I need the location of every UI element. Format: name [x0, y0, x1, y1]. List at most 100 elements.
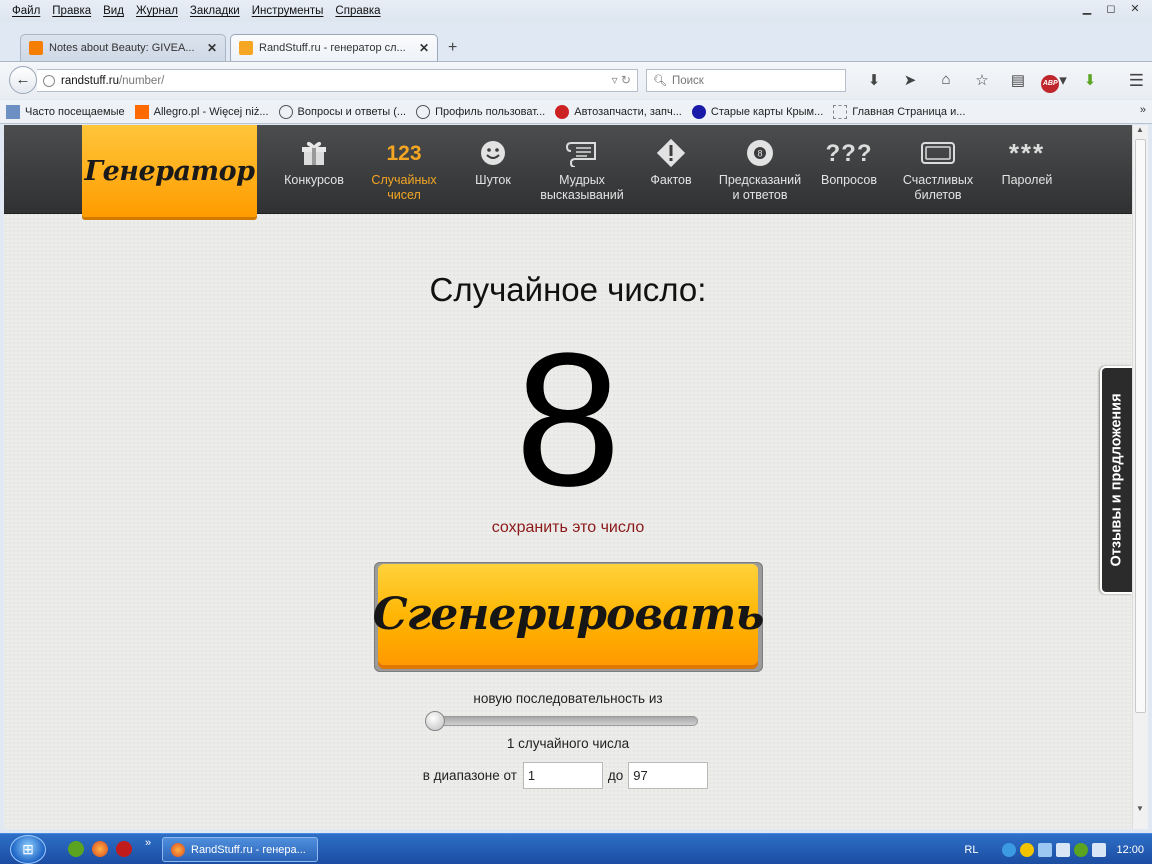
svg-text:8: 8	[757, 149, 762, 159]
nav-lucky-tickets[interactable]: Счастливых билетов	[893, 133, 983, 203]
language-indicator[interactable]: RL	[964, 844, 978, 856]
feedback-tab[interactable]: Отзывы и предложения	[1100, 366, 1132, 594]
bookmark-most-visited[interactable]: Часто посещаемые	[6, 104, 125, 119]
home-icon[interactable]: ⌂	[928, 71, 964, 93]
nav-toolbar: ← randstuff.ru/number/ ▿ ↻ 🔍︎ Поиск ⬇ ➤ …	[0, 61, 1152, 99]
minimize-icon[interactable]: ▁	[1076, 2, 1098, 18]
tray-speaker-icon[interactable]	[1092, 842, 1107, 857]
quick-launch-more-icon[interactable]: »	[145, 837, 151, 849]
site-icon	[416, 104, 431, 119]
count-label: 1 случайного числа	[506, 736, 630, 751]
close-window-icon[interactable]: ✕	[1124, 2, 1146, 18]
slider-handle[interactable]	[425, 711, 445, 731]
randstuff-favicon-icon	[239, 41, 253, 55]
blogger-icon	[29, 41, 43, 55]
reload-icon[interactable]: ▿ ↻	[612, 73, 631, 87]
range-from-input[interactable]	[522, 762, 603, 789]
page-icon	[833, 104, 848, 119]
generate-button[interactable]: Сгенерировать	[373, 562, 764, 672]
nav-passwords[interactable]: *** Паролей	[982, 133, 1072, 188]
download-icon[interactable]: ⬇	[856, 71, 892, 93]
tray-notification-icon[interactable]	[1020, 842, 1035, 857]
maximize-icon[interactable]: ◻	[1100, 2, 1122, 18]
url-bar[interactable]: randstuff.ru/number/ ▿ ↻	[37, 69, 638, 92]
count-slider[interactable]	[425, 711, 698, 731]
ticket-icon	[893, 133, 983, 173]
bookmark-profile[interactable]: Профиль пользоват...	[416, 104, 545, 119]
opera-icon[interactable]	[116, 841, 132, 857]
range-to-label: до	[607, 768, 624, 783]
page-scrollbar[interactable]: ▲ ▼	[1132, 125, 1148, 829]
taskbar: ⊞ » RandStuff.ru - генера... RL 12:00	[0, 833, 1152, 864]
menu-tools[interactable]: Инструменты	[246, 5, 330, 17]
bookmark-allegro[interactable]: Allegro.pl - Więcej niż...	[134, 104, 269, 119]
adblock-icon[interactable]: ABP ▾	[1036, 71, 1072, 93]
save-number-link[interactable]: сохранить это число	[4, 519, 1132, 537]
most-visited-icon	[6, 104, 20, 119]
site-logo[interactable]: Генератор	[82, 125, 257, 217]
search-input[interactable]: 🔍︎ Поиск	[646, 69, 846, 92]
reading-list-icon[interactable]: ▤	[1000, 71, 1036, 93]
quick-launch: »	[68, 837, 151, 857]
clock[interactable]: 12:00	[1116, 844, 1144, 856]
window-controls: ▁ ◻ ✕	[1076, 2, 1146, 18]
close-tab-icon[interactable]: ✕	[419, 41, 429, 55]
scroll-icon	[537, 133, 627, 173]
start-button[interactable]: ⊞	[10, 835, 46, 864]
tab-randstuff[interactable]: RandStuff.ru - генератор сл... ✕	[230, 34, 438, 61]
range-to-input[interactable]	[628, 762, 709, 789]
scrollbar-thumb[interactable]	[1135, 139, 1146, 713]
menu-view[interactable]: Вид	[97, 5, 130, 17]
menu-file[interactable]: Файл	[6, 5, 46, 17]
site-icon	[278, 104, 293, 119]
question-marks-icon: ???	[825, 139, 873, 167]
nav-predictions[interactable]: 8 Предсказаний и ответов	[715, 133, 805, 203]
nav-questions[interactable]: ??? Вопросов	[804, 133, 894, 188]
download-manager-icon[interactable]: ⬇	[1072, 71, 1108, 93]
menu-bookmarks[interactable]: Закладки	[184, 5, 246, 17]
eight-ball-icon: 8	[715, 133, 805, 173]
gift-icon	[269, 133, 359, 173]
menu-help[interactable]: Справка	[329, 5, 386, 17]
maps-icon	[691, 104, 706, 119]
random-number-result: 8	[515, 314, 621, 526]
warning-icon	[626, 133, 716, 173]
sequence-label: новую последовательность из	[473, 691, 663, 706]
firefox-icon[interactable]	[92, 841, 108, 857]
globe-icon	[43, 74, 55, 87]
utorrent-icon[interactable]	[68, 841, 84, 857]
tray-volume-icon[interactable]	[1056, 842, 1071, 857]
tab-title: Notes about Beauty: GIVEA...	[49, 42, 195, 54]
bookmark-star-icon[interactable]: ☆	[964, 71, 1000, 93]
nav-jokes[interactable]: Шуток	[448, 133, 538, 188]
nav-wise-quotes[interactable]: Мудрых высказываний	[537, 133, 627, 203]
nav-random-numbers[interactable]: 123 Случайных чисел	[359, 133, 449, 203]
autoparts-icon	[555, 104, 570, 119]
toolbar-icons: ⬇ ➤ ⌂ ☆ ▤ ABP ▾ ⬇	[856, 71, 1108, 93]
taskbar-firefox-window[interactable]: RandStuff.ru - генера...	[162, 837, 318, 862]
close-tab-icon[interactable]: ✕	[207, 41, 217, 55]
hamburger-menu-icon[interactable]: ☰	[1129, 71, 1144, 91]
search-placeholder: Поиск	[671, 74, 704, 87]
menu-edit[interactable]: Правка	[46, 5, 97, 17]
bookmarks-bar: Часто посещаемые Allegro.pl - Więcej niż…	[0, 100, 1152, 124]
nav-contests[interactable]: Конкурсов	[269, 133, 359, 188]
tray-utorrent-icon[interactable]	[1074, 842, 1089, 857]
nav-facts[interactable]: Фактов	[626, 133, 716, 188]
bookmark-questions[interactable]: Вопросы и ответы (...	[278, 104, 406, 119]
bookmark-old-maps[interactable]: Старые карты Крым...	[691, 104, 823, 119]
scroll-down-icon[interactable]: ▼	[1136, 804, 1144, 813]
send-icon[interactable]: ➤	[892, 71, 928, 93]
tray-app-icon[interactable]	[1002, 842, 1017, 857]
scroll-up-icon[interactable]: ▲	[1136, 125, 1144, 134]
new-tab-icon[interactable]: +	[448, 39, 457, 57]
bookmark-main-page[interactable]: Главная Страница и...	[833, 104, 965, 119]
bookmarks-overflow-icon[interactable]: »	[1140, 104, 1146, 116]
tab-notes-about-beauty[interactable]: Notes about Beauty: GIVEA... ✕	[20, 34, 226, 61]
menu-history[interactable]: Журнал	[130, 5, 184, 17]
firefox-icon	[171, 842, 185, 857]
bookmark-autoparts[interactable]: Автозапчасти, запч...	[555, 104, 682, 119]
url-host: randstuff.ru	[61, 74, 119, 87]
back-icon[interactable]: ←	[9, 66, 37, 94]
tray-network-icon[interactable]	[1038, 842, 1053, 857]
